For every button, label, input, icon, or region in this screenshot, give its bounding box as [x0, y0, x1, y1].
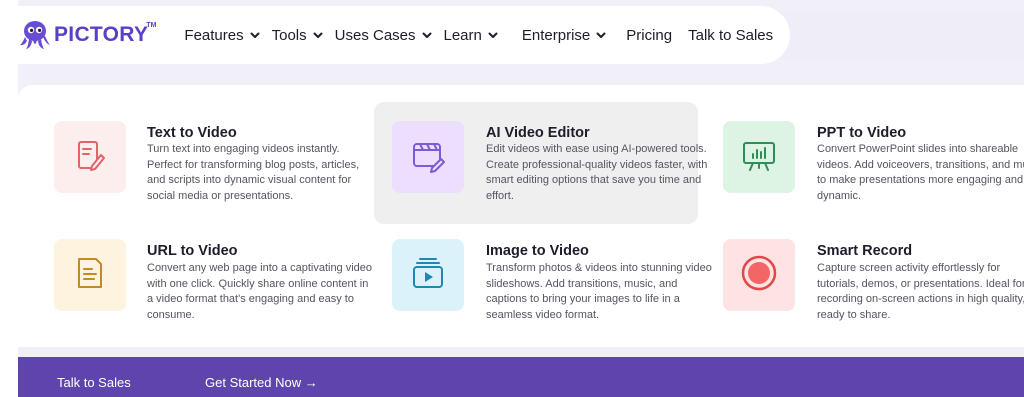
card-description: Convert PowerPoint slides into shareable… — [817, 143, 1024, 202]
cta-bar: Talk to Sales Get Started Now → — [18, 357, 1024, 397]
nav-item-features[interactable]: Features — [184, 26, 260, 44]
card-description: Convert any web page into a captivating … — [147, 262, 373, 321]
ai-video-editor-tile — [392, 121, 464, 193]
nav-item-tools[interactable]: Tools — [272, 27, 323, 44]
nav-item-label: Learn — [443, 26, 482, 44]
nav-item-label: Tools — [271, 26, 307, 44]
text-to-video-tile — [54, 121, 126, 193]
nav-item-uses-cases[interactable]: Uses Cases — [335, 27, 432, 44]
nav-item-label: Features — [184, 26, 244, 44]
nav-item-enterprise[interactable]: Enterprise — [522, 27, 606, 44]
nav-item-label: Enterprise — [521, 26, 591, 44]
document-pen-icon — [70, 135, 110, 180]
card-description: Edit videos with ease using AI-powered t… — [486, 143, 708, 202]
card-description: Transform photos & videos into stunning … — [486, 262, 712, 321]
nav-item-learn[interactable]: Learn — [444, 27, 498, 44]
web-page-icon — [70, 253, 110, 298]
card-title: PPT to Video — [817, 125, 907, 141]
nav-item-talk-to-sales[interactable]: Talk to Sales — [688, 27, 773, 44]
image-stack-play-icon — [408, 253, 448, 298]
chevron-down-icon — [250, 32, 260, 38]
octopus-logo-icon — [20, 21, 50, 49]
chevron-down-icon — [488, 32, 498, 38]
card-title: AI Video Editor — [486, 125, 590, 141]
chevron-down-icon — [422, 32, 431, 38]
ppt-to-video-tile — [723, 121, 795, 193]
get-started-link[interactable]: Get Started Now → — [205, 375, 318, 390]
pictory-logo[interactable]: PICTORY TM — [18, 18, 158, 52]
image-to-video-tile — [392, 239, 464, 311]
card-title: Smart Record — [817, 243, 913, 259]
nav-item-label: Pricing — [626, 26, 673, 44]
nav-item-pricing[interactable]: Pricing — [626, 27, 672, 44]
brand-name: PICTORY — [54, 23, 149, 46]
presentation-board-icon — [739, 135, 779, 180]
card-title: Text to Video — [147, 125, 237, 141]
card-description: Turn text into engaging videos instantly… — [147, 143, 360, 202]
trademark: TM — [146, 21, 157, 29]
clapper-edit-icon — [408, 135, 448, 180]
smart-record-tile — [723, 239, 795, 311]
chevron-down-icon — [313, 32, 323, 38]
chevron-down-icon — [596, 32, 606, 38]
header-strip — [780, 12, 1024, 60]
card-title: URL to Video — [147, 243, 238, 259]
card-title: Image to Video — [486, 243, 589, 259]
talk-to-sales-link[interactable]: Talk to Sales — [57, 375, 131, 390]
top-navbar: PICTORY TM Features Tools Uses Cases Learn E… — [0, 6, 790, 64]
nav-item-label: Talk to Sales — [688, 26, 774, 44]
nav-item-label: Uses Cases — [334, 26, 416, 44]
nav-menu: Features Tools Uses Cases Learn Enterprise Pr… — [184, 27, 785, 44]
url-to-video-tile — [54, 239, 126, 311]
card-description: Capture screen activity effortlessly for… — [817, 262, 1024, 321]
features-dropdown-panel: Text to Video Turn text into engaging vid… — [18, 85, 1024, 347]
record-icon — [739, 253, 779, 298]
